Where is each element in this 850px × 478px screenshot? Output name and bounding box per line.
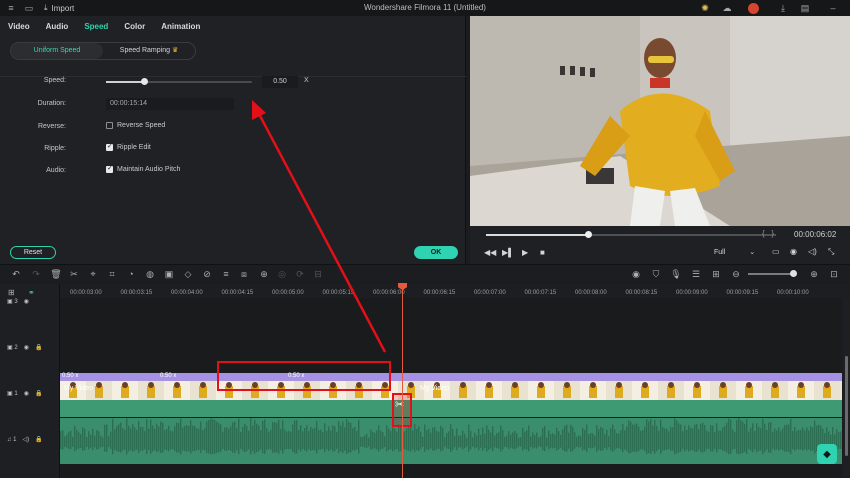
timeline-scroll-thumb[interactable] — [845, 356, 848, 456]
playhead[interactable] — [402, 284, 403, 478]
filmora-app: ≡ ▭ ⤓ Import Wondershare Filmora 11 (Unt… — [0, 0, 850, 478]
expand-panel-button[interactable]: ◆ — [817, 444, 837, 464]
annotation-arrow — [252, 100, 387, 353]
